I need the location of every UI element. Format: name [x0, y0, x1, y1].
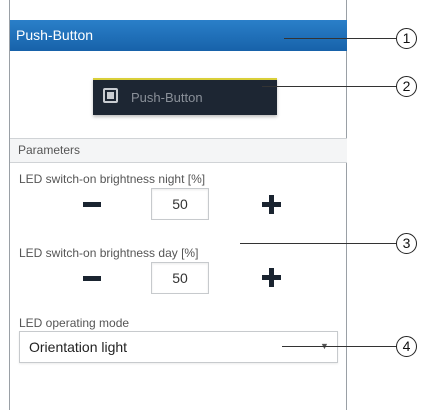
callout-line-3 — [240, 243, 396, 244]
night-brightness-decrease-button[interactable] — [83, 202, 101, 207]
square-icon — [103, 88, 118, 103]
night-brightness-input[interactable]: 50 — [151, 188, 209, 220]
callout-line-2 — [262, 86, 396, 87]
operating-mode-label: LED operating mode — [19, 316, 130, 330]
operating-mode-value: Orientation light — [29, 339, 128, 355]
callout-3: 3 — [396, 233, 417, 254]
day-brightness-increase-button[interactable] — [262, 268, 281, 287]
panel-title: Push-Button — [16, 27, 94, 43]
parameters-section-header: Parameters — [10, 138, 347, 163]
night-brightness-increase-button[interactable] — [262, 195, 281, 214]
operating-mode-select[interactable]: Orientation light ▼ — [19, 331, 338, 363]
night-brightness-label: LED switch-on brightness night [%] — [19, 172, 206, 186]
callout-line-1 — [284, 38, 396, 39]
day-brightness-decrease-button[interactable] — [83, 276, 101, 281]
push-button[interactable]: Push-Button — [93, 78, 277, 115]
callout-line-4 — [282, 346, 396, 347]
callout-2: 2 — [396, 76, 417, 97]
day-brightness-label: LED switch-on brightness day [%] — [19, 246, 199, 260]
day-brightness-input[interactable]: 50 — [151, 262, 209, 294]
push-button-label: Push-Button — [131, 90, 203, 105]
panel-header: Push-Button — [10, 20, 347, 51]
parameters-title: Parameters — [18, 143, 81, 157]
callout-1: 1 — [396, 28, 417, 49]
push-button-panel: Push-Button Push-Button Parameters LED s… — [9, 0, 347, 410]
callout-4: 4 — [396, 336, 417, 357]
